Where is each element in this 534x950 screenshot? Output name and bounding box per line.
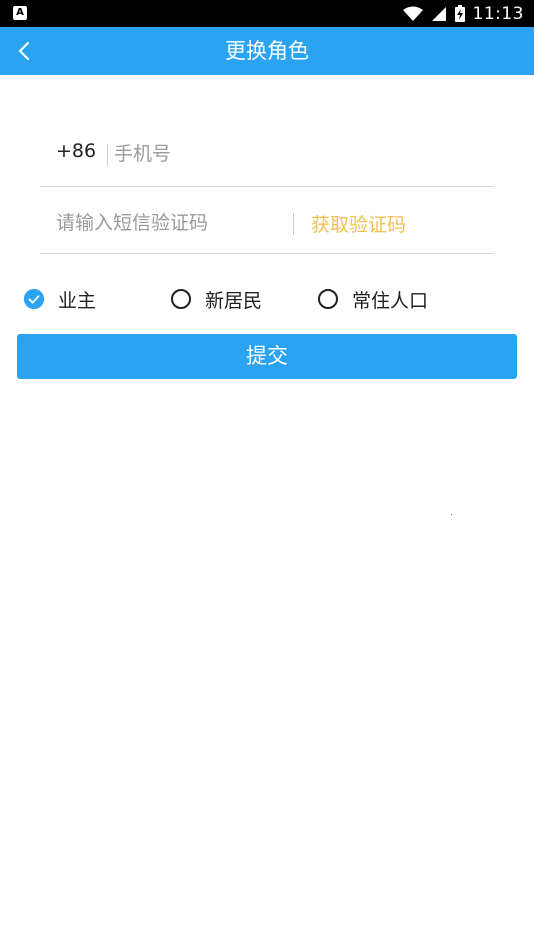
battery-charging-icon bbox=[454, 5, 465, 22]
stray-dot bbox=[451, 514, 452, 515]
get-code-button[interactable]: 获取验证码 bbox=[311, 210, 406, 237]
signal-icon bbox=[431, 6, 446, 21]
header-bar: 更换角色 bbox=[0, 27, 534, 75]
radio-checked-icon[interactable] bbox=[24, 289, 44, 309]
role-label: 常住人口 bbox=[352, 289, 429, 312]
wifi-icon bbox=[402, 6, 423, 21]
role-label: 业主 bbox=[58, 289, 97, 312]
sms-code-input[interactable] bbox=[56, 208, 286, 238]
role-radio-group: 业主 新居民 常住人口 bbox=[0, 284, 534, 314]
role-label: 新居民 bbox=[205, 289, 263, 312]
page-title: 更换角色 bbox=[225, 39, 309, 63]
radio-unchecked-icon[interactable] bbox=[318, 289, 338, 309]
notification-app-icon: A bbox=[13, 6, 27, 20]
status-time: 11:13 bbox=[472, 3, 524, 24]
code-row: 获取验证码 bbox=[40, 191, 494, 254]
status-bar-right: 11:13 bbox=[402, 0, 525, 27]
checkmark-icon bbox=[24, 289, 44, 309]
role-option-permanent-resident[interactable]: 常住人口 bbox=[318, 284, 428, 314]
code-divider bbox=[293, 213, 294, 235]
submit-button[interactable]: 提交 bbox=[17, 334, 517, 379]
country-code-divider bbox=[107, 144, 108, 166]
status-bar: A 11:13 bbox=[0, 0, 534, 27]
country-code[interactable]: +86 bbox=[56, 140, 96, 162]
phone-row: +86 bbox=[40, 124, 494, 187]
phone-input[interactable] bbox=[114, 139, 474, 169]
role-option-owner[interactable]: 业主 bbox=[24, 284, 96, 314]
role-option-new-resident[interactable]: 新居民 bbox=[171, 284, 262, 314]
radio-unchecked-icon[interactable] bbox=[171, 289, 191, 309]
